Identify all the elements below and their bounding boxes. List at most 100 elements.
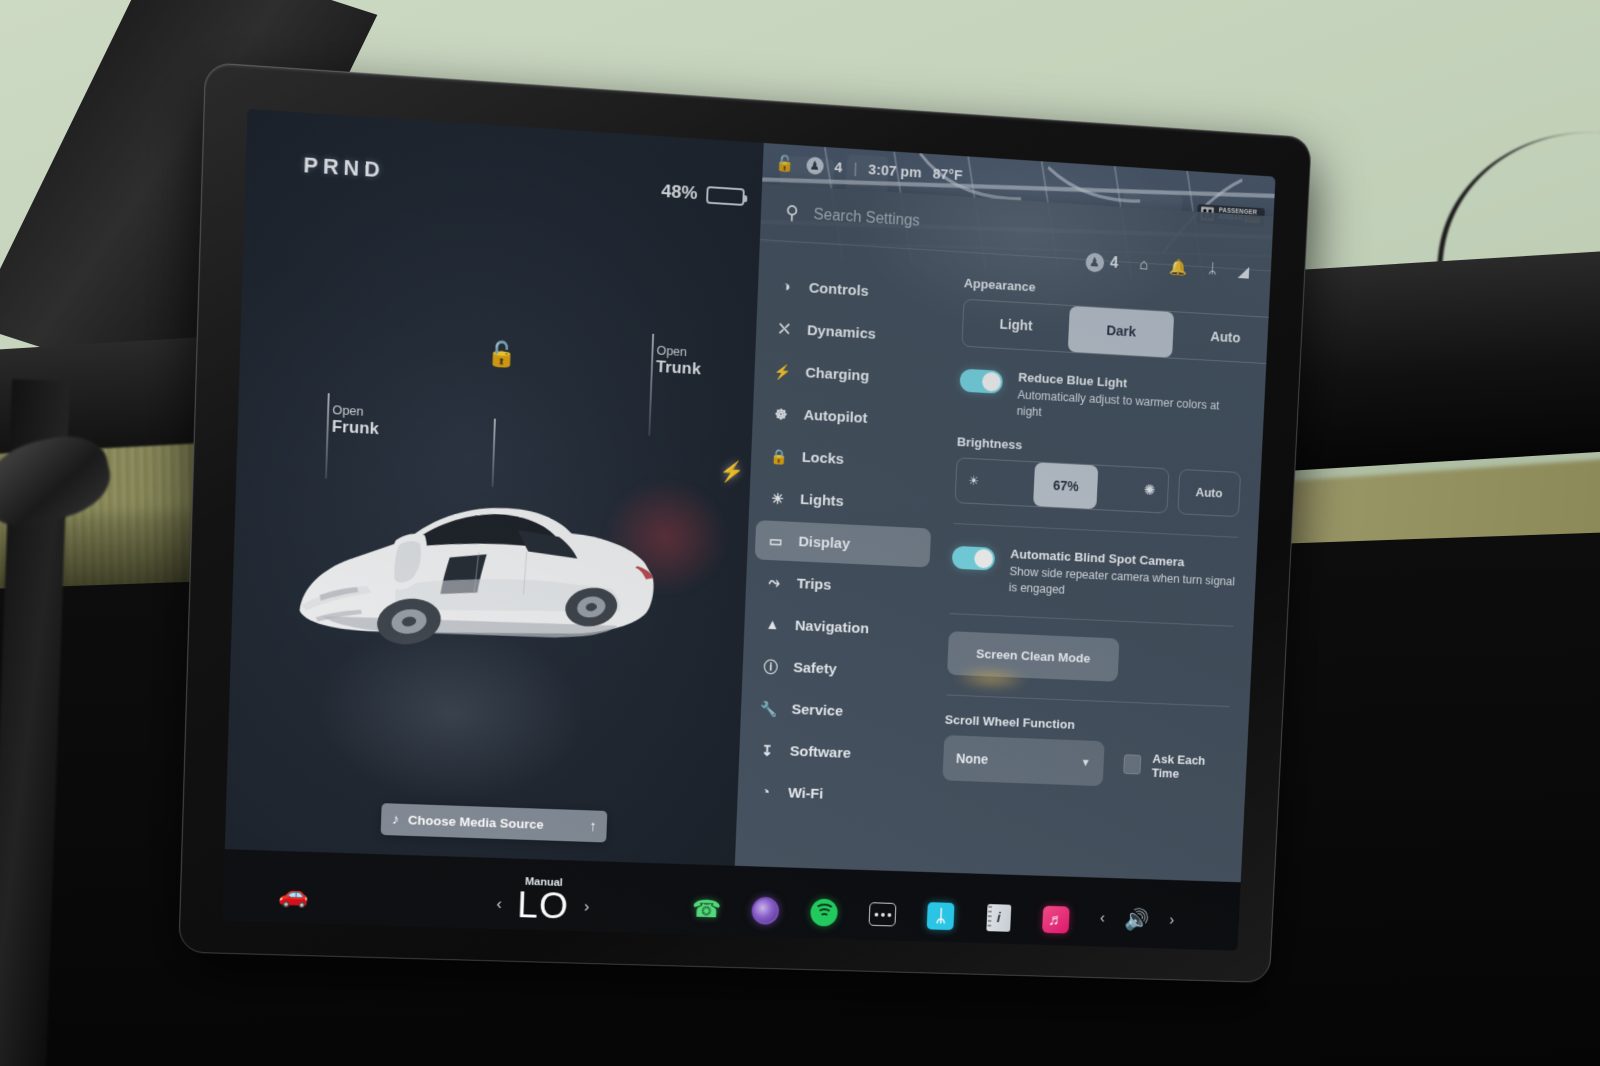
sidebar-item-charging[interactable]: ⚡ Charging	[761, 351, 938, 400]
appearance-option-light[interactable]: Light	[962, 300, 1070, 352]
blind-spot-camera-subtitle: Show side repeater camera when turn sign…	[1008, 563, 1236, 605]
profile-icon[interactable]: ♟	[806, 156, 824, 175]
music-note-icon: ♪	[392, 811, 400, 828]
reduce-blue-light-row[interactable]: Reduce Blue Light Automatically adjust t…	[958, 367, 1245, 432]
sidebar-item-controls[interactable]: ◑ Controls	[765, 266, 942, 316]
bluetooth-icon[interactable]: ᛦ	[1208, 261, 1218, 279]
more-apps-icon[interactable]	[868, 899, 898, 929]
sidebar-item-autopilot[interactable]: ☸ Autopilot	[759, 393, 936, 442]
speaker-icon[interactable]: 🔊	[1124, 907, 1150, 932]
bolt-icon: ⚡	[773, 362, 793, 380]
touchscreen-assembly: PRND 48% Open Frunk 🔓 Open Trunk ⚡ ♪ Cho…	[178, 62, 1312, 983]
sidebar-item-wifi[interactable]: ◔ Wi-Fi	[744, 772, 920, 817]
sidebar-item-software[interactable]: ↧ Software	[746, 730, 922, 775]
wifi-icon: ◔	[756, 784, 775, 801]
bluetooth-app-icon[interactable]: ᛦ	[926, 901, 956, 931]
divider-1	[953, 523, 1238, 538]
trunk-target-label: Trunk	[656, 357, 702, 379]
ask-each-time-checkbox[interactable]	[1123, 754, 1141, 774]
scroll-wheel-selected-value: None	[956, 750, 989, 766]
sidebar-item-label: Safety	[793, 659, 837, 678]
status-divider: |	[853, 161, 857, 177]
clock-label: 3:07 pm	[868, 161, 922, 181]
sidebar-item-safety[interactable]: ⓘ Safety	[749, 646, 925, 692]
chevron-left-icon[interactable]: ‹	[1100, 910, 1106, 927]
trunk-action-label: Open	[656, 343, 702, 360]
profile-avatar-icon[interactable]: ♟	[1085, 252, 1104, 272]
reduce-blue-light-toggle[interactable]	[959, 369, 1003, 394]
tesla-touchscreen[interactable]: PRND 48% Open Frunk 🔓 Open Trunk ⚡ ♪ Cho…	[223, 109, 1276, 951]
appearance-segmented-control[interactable]: Light Dark Auto	[961, 299, 1270, 365]
battery-indicator[interactable]: 48%	[661, 181, 745, 208]
charge-port-bolt-icon[interactable]: ⚡	[720, 460, 746, 484]
navigation-arrow-icon: ▲	[763, 616, 782, 633]
appearance-option-auto[interactable]: Auto	[1172, 312, 1270, 363]
appearance-option-dark[interactable]: Dark	[1068, 306, 1175, 358]
sidebar-item-display[interactable]: ▭ Display	[754, 520, 931, 567]
sidebar-item-label: Wi-Fi	[788, 785, 824, 803]
blind-spot-camera-toggle[interactable]	[951, 546, 995, 571]
sidebar-item-lights[interactable]: ☀ Lights	[756, 478, 933, 526]
search-input[interactable]	[813, 206, 1249, 251]
climate-temperature[interactable]: LO	[517, 887, 570, 924]
sidebar-item-locks[interactable]: 🔒 Locks	[758, 436, 935, 484]
trip-route-icon: ⤳	[764, 574, 783, 591]
photo-scene: PRND 48% Open Frunk 🔓 Open Trunk ⚡ ♪ Cho…	[0, 0, 1600, 1066]
camera-app-icon[interactable]	[751, 896, 781, 926]
brightness-value[interactable]: 67%	[1033, 462, 1098, 509]
settings-panel[interactable]: ⚲ ♟ 4 ⌂ 🔔 ᛦ ◢	[734, 184, 1273, 883]
gear-indicator: PRND	[303, 152, 385, 183]
unlock-icon[interactable]: 🔓	[776, 154, 796, 175]
car-3d-model[interactable]: Open Frunk 🔓 Open Trunk ⚡	[259, 312, 745, 758]
lock-icon: 🔒	[769, 447, 789, 465]
spotify-app-icon[interactable]	[809, 898, 839, 928]
scroll-wheel-dropdown[interactable]: None ▼	[942, 735, 1104, 786]
chevron-down-icon: ▼	[1080, 757, 1090, 769]
frunk-action-label: Open	[332, 402, 380, 419]
chevron-left-icon[interactable]: ‹	[496, 894, 502, 913]
chevron-right-icon[interactable]: ›	[584, 897, 590, 916]
settings-menu[interactable]: ◑ Controls ⛌ Dynamics ⚡ Charging ☸ Autop…	[734, 254, 951, 872]
climate-control[interactable]: ‹ Manual LO ›	[496, 875, 591, 925]
trunk-callout-line	[649, 334, 654, 436]
sidebar-item-label: Autopilot	[803, 407, 868, 428]
map-and-settings-panel[interactable]: 🔓 ♟ 4 | 3:07 pm 87°F 👪 PASSENGER AIRBAG …	[734, 143, 1275, 882]
phone-app-icon[interactable]: ☎	[691, 894, 721, 924]
battery-icon	[706, 186, 745, 206]
sidebar-item-navigation[interactable]: ▲ Navigation	[751, 604, 927, 651]
trunk-callout[interactable]: Open Trunk	[656, 343, 702, 379]
chevron-right-icon[interactable]: ›	[1169, 912, 1175, 929]
outside-temp-label: 87°F	[932, 165, 962, 183]
sidebar-item-service[interactable]: 🔧 Service	[748, 688, 924, 734]
choose-media-source-button[interactable]: ♪ Choose Media Source ↑	[381, 803, 608, 842]
unlock-icon[interactable]: 🔓	[487, 342, 518, 368]
display-icon: ▭	[766, 532, 786, 550]
sidebar-item-dynamics[interactable]: ⛌ Dynamics	[763, 308, 940, 358]
sidebar-item-trips[interactable]: ⤳ Trips	[753, 562, 929, 609]
brightness-auto-button[interactable]: Auto	[1177, 469, 1241, 517]
sidebar-item-label: Software	[789, 743, 851, 762]
arrow-up-icon[interactable]: ↑	[589, 818, 597, 834]
app-launcher-row[interactable]: ☎ ᛦ i ♬	[691, 894, 1071, 935]
brightness-row[interactable]: ☀ 67% ✺ Auto	[954, 457, 1241, 517]
toggle-icon: ◑	[776, 278, 796, 296]
release-notes-app-icon[interactable]: i	[984, 903, 1014, 933]
lte-signal-icon[interactable]: ◢	[1237, 262, 1249, 282]
car-front-icon[interactable]: 🚗	[278, 881, 309, 910]
sidebar-item-label: Dynamics	[807, 322, 877, 343]
volume-control[interactable]: ‹ 🔊 ›	[1099, 907, 1174, 933]
bell-icon[interactable]: 🔔	[1169, 258, 1188, 278]
sidebar-item-label: Locks	[801, 449, 844, 468]
profile-badge-count: 4	[1110, 255, 1119, 273]
brightness-slider[interactable]: ☀ 67% ✺	[954, 457, 1169, 513]
sidebar-item-label: Lights	[800, 491, 844, 510]
home-icon[interactable]: ⌂	[1139, 257, 1149, 275]
alert-circle-icon: ⓘ	[761, 656, 781, 677]
vehicle-visualization-panel[interactable]: PRND 48% Open Frunk 🔓 Open Trunk ⚡ ♪ Cho…	[225, 109, 764, 866]
music-app-icon[interactable]: ♬	[1041, 905, 1071, 935]
screen-clean-mode-button[interactable]: Screen Clean Mode	[947, 631, 1120, 682]
ask-each-time-row[interactable]: Ask Each Time	[1123, 750, 1228, 782]
settings-body: ◑ Controls ⛌ Dynamics ⚡ Charging ☸ Autop…	[734, 240, 1270, 882]
search-icon: ⚲	[785, 202, 799, 225]
blind-spot-camera-row[interactable]: Automatic Blind Spot Camera Show side re…	[950, 544, 1237, 606]
